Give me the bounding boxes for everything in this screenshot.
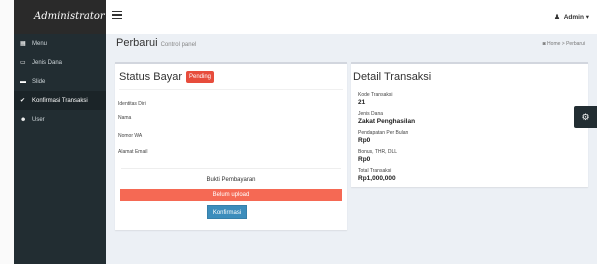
confirm-button[interactable]: Konfirmasi	[207, 205, 247, 219]
identity-label: Identitas Diri	[118, 101, 146, 107]
chevron-down-icon: ▾	[585, 14, 589, 21]
page-subtitle: Control panel	[160, 42, 197, 48]
breadcrumb-separator: >	[561, 41, 565, 47]
detail-heading: Detail Transaksi	[353, 71, 432, 83]
check-icon: ✔	[20, 98, 26, 104]
user-name: Admin	[563, 14, 584, 21]
breadcrumb-current: Perbarui	[566, 41, 585, 47]
page-title-text: Perbarui	[116, 37, 158, 49]
proof-label: Bukti Pembayaran	[206, 177, 256, 183]
sidebar-item-slide[interactable]: ▬ Slide	[14, 72, 106, 91]
fund-type-label: Jenis Dana	[358, 111, 384, 117]
sidebar-item-menu[interactable]: ▦ Menu	[14, 34, 106, 53]
status-heading: Status Bayar Pending	[119, 71, 215, 83]
sidebar-item-label: Menu	[32, 40, 48, 47]
divider	[119, 89, 343, 90]
user-menu[interactable]: ♟ Admin ▾	[554, 13, 589, 21]
sidebar-toggle-icon[interactable]	[112, 11, 122, 20]
sidebar: Administrator ▦ Menu ▭ Jenis Dana ▬ Slid…	[14, 0, 106, 264]
divider	[121, 168, 341, 169]
status-badge: Pending	[185, 71, 215, 83]
credit-card-icon: ▭	[20, 60, 26, 66]
page-title: Perbarui Control panel	[116, 37, 196, 49]
bonus-label: Bonus, THR, DLL	[358, 149, 398, 155]
image-icon: ▬	[20, 78, 26, 85]
transaction-code-value: 21	[358, 99, 366, 106]
detail-transaksi-box: Detail Transaksi Kode Transaksi 21 Jenis…	[351, 62, 588, 187]
status-heading-text: Status Bayar	[119, 71, 182, 83]
breadcrumb-home[interactable]: Home	[547, 41, 560, 47]
bonus-value: Rp0	[358, 156, 371, 163]
wa-label: Nomor WA	[118, 133, 143, 139]
sidebar-item-user[interactable]: ☻ User	[14, 110, 106, 129]
sidebar-item-label: Slide	[32, 78, 46, 85]
content-wrapper: Perbarui Control panel ◙ Home > Perbarui …	[106, 34, 597, 264]
total-label: Total Transaksi	[358, 168, 392, 174]
status-bayar-box: Status Bayar Pending Identitas Diri Nama …	[115, 62, 347, 230]
email-label: Alamat Email	[118, 149, 148, 155]
sidebar-item-label: Jenis Dana	[32, 59, 63, 66]
no-upload-indicator: Belum upload	[120, 189, 342, 201]
dashboard-icon: ◙	[542, 41, 546, 47]
monthly-income-label: Pendapatan Per Bulan	[358, 130, 409, 136]
fund-type-value: Zakat Penghasilan	[358, 118, 416, 125]
name-label: Nama	[118, 115, 132, 121]
sidebar-item-jenis-dana[interactable]: ▭ Jenis Dana	[14, 53, 106, 72]
transaction-code-label: Kode Transaksi	[358, 92, 393, 98]
brand-logo[interactable]: Administrator	[14, 0, 106, 34]
sidebar-item-label: Konfirmasi Transaksi	[32, 97, 88, 104]
user-icon: ♟	[553, 14, 561, 21]
users-icon: ☻	[20, 116, 27, 123]
sidebar-item-label: User	[32, 116, 45, 123]
top-navbar: ♟ Admin ▾	[106, 0, 597, 34]
gear-icon[interactable]: ⚙	[574, 106, 597, 128]
monthly-income-value: Rp0	[358, 137, 371, 144]
sidebar-menu: ▦ Menu ▭ Jenis Dana ▬ Slide ✔ Konfirmasi…	[14, 34, 106, 129]
th-icon: ▦	[20, 41, 26, 47]
total-value: Rp1,000,000	[358, 175, 396, 182]
sidebar-item-konfirmasi-transaksi[interactable]: ✔ Konfirmasi Transaksi	[14, 91, 106, 110]
breadcrumb: ◙ Home > Perbarui	[543, 41, 585, 47]
